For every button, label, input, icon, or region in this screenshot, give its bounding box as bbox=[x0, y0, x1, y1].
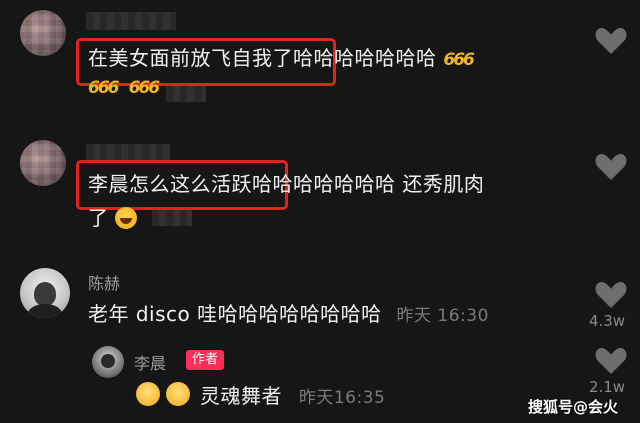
comment-rest-text: 哈哈哈哈哈哈哈 还秀肌肉 bbox=[252, 172, 485, 196]
reply-author[interactable]: 李晨 bbox=[134, 350, 166, 374]
reply-avatar[interactable] bbox=[92, 346, 124, 378]
avatar-blurred[interactable] bbox=[20, 10, 66, 56]
comment-text: 老年 disco 哇哈哈哈哈哈哈哈哈 昨天 16:30 bbox=[88, 296, 489, 334]
reply-emoji-2 bbox=[166, 382, 190, 406]
like-count: 2.1w bbox=[588, 378, 626, 396]
comment-text: 在美女面前放飞自我了哈哈哈哈哈哈哈 666 bbox=[88, 40, 588, 78]
username-censored bbox=[86, 12, 176, 30]
heart-icon[interactable] bbox=[594, 152, 628, 182]
reply-time: 昨天16:35 bbox=[298, 388, 386, 408]
avatar[interactable] bbox=[20, 268, 70, 318]
comment-text: 李晨怎么这么活跃哈哈哈哈哈哈哈 还秀肌肉 bbox=[88, 166, 588, 202]
comment-time: 昨天 16:30 bbox=[396, 306, 489, 326]
timestamp-censored bbox=[166, 86, 206, 102]
heart-icon[interactable] bbox=[594, 280, 628, 310]
comment-highlight-text: 在美女面前放飞自我了 bbox=[88, 46, 293, 70]
comment-text-line2: 了 bbox=[88, 200, 138, 236]
comment-rest-text: 了 bbox=[88, 206, 109, 230]
avatar-blurred[interactable] bbox=[20, 140, 66, 186]
like-count: 4.3w bbox=[588, 312, 626, 330]
reply-emoji-1 bbox=[136, 382, 160, 406]
comment-author[interactable]: 陈赫 bbox=[88, 270, 120, 294]
reply-text-row: 灵魂舞者 昨天16:35 bbox=[200, 378, 385, 416]
666-emoji: 666 bbox=[128, 78, 160, 98]
comment-body: 老年 disco 哇哈哈哈哈哈哈哈哈 bbox=[88, 302, 382, 326]
author-badge: 作者 bbox=[186, 350, 225, 370]
heart-icon[interactable] bbox=[594, 26, 628, 56]
comment-rest-text: 哈哈哈哈哈哈哈 bbox=[293, 46, 437, 70]
666-emoji: 666 bbox=[443, 50, 474, 70]
laughing-tears-emoji bbox=[115, 207, 138, 229]
666-emoji: 666 bbox=[88, 78, 119, 98]
heart-icon[interactable] bbox=[594, 346, 628, 376]
comment-highlight-text: 李晨怎么这么活跃 bbox=[88, 172, 252, 196]
comment-emoji-row: 666 666 bbox=[88, 78, 160, 98]
watermark: 搜狐号@会火 bbox=[528, 398, 619, 416]
timestamp-censored bbox=[152, 210, 192, 226]
reply-body: 灵魂舞者 bbox=[200, 384, 282, 408]
